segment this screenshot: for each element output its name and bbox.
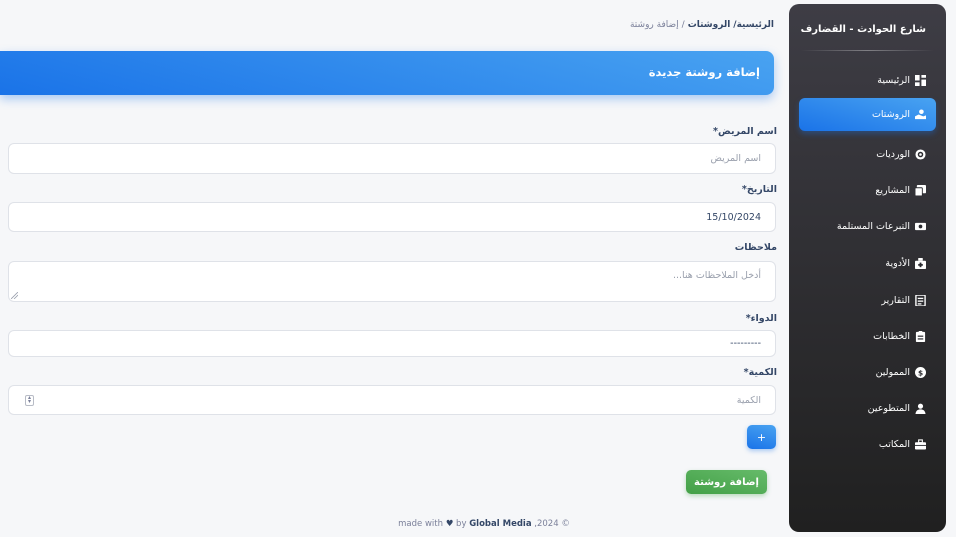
sidebar-item-shifts[interactable]: الورديات — [799, 138, 936, 171]
add-medicine-row-button[interactable]: + — [747, 425, 776, 449]
quantity-input[interactable]: الكمية ▴ ▾ — [8, 385, 776, 415]
sidebar-item-funders[interactable]: $ الممولين — [799, 356, 936, 389]
volunteers-icon — [915, 403, 926, 414]
patient-name-placeholder: اسم المريض — [710, 153, 762, 164]
heart-icon: ♥ — [445, 519, 454, 529]
footer: made with ♥ by Global Media ,2024 © — [0, 519, 956, 529]
date-label: التاريخ* — [741, 184, 777, 195]
sidebar-item-label: الروشتات — [871, 109, 910, 120]
breadcrumb-current: إضافة روشتة — [629, 20, 679, 30]
projects-icon — [915, 185, 926, 196]
notes-placeholder: أدخل الملاحظات هنا... — [672, 270, 761, 281]
sidebar-brand[interactable]: شارع الحوادث - القضارف — [801, 24, 926, 35]
sidebar-item-offices[interactable]: المكاتب — [799, 428, 936, 461]
breadcrumb: الرئيسية/ الروشتات / إضافة روشتة — [630, 20, 774, 30]
breadcrumb-home[interactable]: الرئيسية/ — [733, 20, 774, 30]
prescription-icon — [915, 109, 926, 120]
medicine-selected-value: --------- — [730, 338, 761, 349]
quantity-placeholder: الكمية — [736, 394, 761, 406]
sidebar-item-label: الورديات — [876, 149, 910, 160]
funders-icon: $ — [915, 367, 926, 378]
page-title: إضافة روشتة جديدة — [648, 65, 760, 79]
sidebar-item-label: المشاريع — [875, 185, 910, 196]
sidebar-item-prescriptions[interactable]: الروشتات — [799, 98, 936, 131]
notes-label: ملاحظات — [734, 242, 777, 253]
sidebar-item-label: المكاتب — [878, 439, 910, 450]
sidebar-item-projects[interactable]: المشاريع — [799, 174, 936, 207]
shifts-icon — [915, 149, 926, 160]
submit-prescription-button[interactable]: إضافة روشتة — [686, 470, 767, 494]
reports-icon — [915, 295, 926, 306]
sidebar-item-label: الممولين — [875, 367, 910, 378]
offices-icon — [915, 439, 926, 450]
breadcrumb-separator: / — [681, 20, 685, 30]
quantity-label: الكمية* — [743, 367, 777, 378]
footer-year: ,2024 © — [534, 519, 570, 529]
footer-by: by — [456, 519, 467, 529]
dashboard-icon — [915, 75, 926, 86]
sidebar-item-label: الأدوية — [885, 258, 910, 269]
sidebar-item-label: الرئيسية — [877, 75, 910, 86]
sidebar-item-label: التبرعات المستلمة — [836, 221, 910, 232]
sidebar-item-label: المتطوعين — [867, 403, 910, 414]
sidebar-item-home[interactable]: الرئيسية — [799, 64, 936, 97]
medicine-select[interactable]: --------- — [8, 330, 776, 357]
sidebar-item-letters[interactable]: الخطابات — [799, 320, 936, 353]
sidebar-item-volunteers[interactable]: المتطوعين — [799, 392, 936, 425]
patient-name-input[interactable]: اسم المريض — [8, 143, 776, 174]
sidebar-item-medicines[interactable]: الأدوية — [799, 247, 936, 280]
letters-icon — [915, 331, 926, 342]
sidebar-item-label: الخطابات — [873, 331, 910, 342]
sidebar-divider — [801, 50, 934, 51]
sidebar-item-label: التقارير — [881, 295, 910, 306]
donations-icon — [915, 221, 926, 232]
sidebar: شارع الحوادث - القضارف الرئيسية الروشتات… — [789, 4, 946, 532]
date-input[interactable]: 15/10/2024 — [8, 202, 776, 232]
medicine-label: الدواء* — [745, 313, 777, 324]
footer-company-link[interactable]: Global Media — [469, 519, 531, 529]
resize-handle-icon[interactable] — [11, 292, 18, 299]
svg-text:$: $ — [918, 368, 923, 377]
patient-name-label: اسم المريض* — [713, 126, 777, 137]
breadcrumb-prescriptions[interactable]: الروشتات — [688, 20, 731, 30]
footer-made-with: made with — [398, 519, 444, 529]
sidebar-item-donations[interactable]: التبرعات المستلمة — [799, 210, 936, 243]
notes-textarea[interactable]: أدخل الملاحظات هنا... — [8, 261, 776, 302]
sidebar-item-reports[interactable]: التقارير — [799, 284, 936, 317]
medicine-icon — [915, 258, 926, 269]
number-spinner-icon[interactable]: ▴ ▾ — [25, 395, 34, 406]
date-value: 15/10/2024 — [706, 211, 761, 223]
card-header: إضافة روشتة جديدة — [0, 51, 774, 95]
